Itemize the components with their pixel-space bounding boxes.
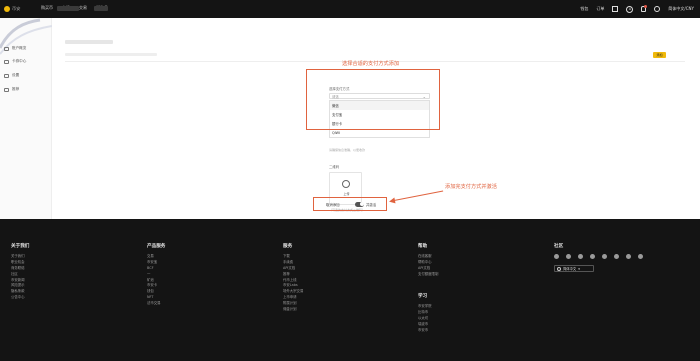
top-nav: 币安 购买币 市场 交易 衍生品 钱包 订单 A 简体中文/CNY [0,0,700,18]
footer-col-community: 社区 [554,243,563,254]
footer-link[interactable]: 佣金计划 [283,307,303,313]
sidebar-decoration [0,18,52,55]
social-icons [554,254,643,259]
language-currency[interactable]: 简体中文/CNY [668,6,694,12]
sidebar-item-settings[interactable]: 设置 [4,73,19,78]
language-label: 简体中文 [563,267,577,271]
footer-link[interactable]: 币安币 [418,328,432,334]
footer-col-title: 帮助 [418,244,428,249]
social-icon[interactable] [554,254,559,259]
sidebar-item-label: 账户概览 [12,46,27,50]
blurred-nav-text [94,6,108,11]
notification-dot [644,5,648,8]
download-icon[interactable] [612,6,619,12]
language-select[interactable]: 简体中文 ▾ [554,265,594,272]
footer-col-services: 服务 下载 手续费 API文档 推荐 代币上线 币安Labs 场外大宗交易 上币… [283,243,303,313]
footer-col-learn: 学习 币安学院 比特币 以太坊 瑞波币 币安币 [418,293,432,333]
footer [0,219,700,361]
upload-icon [342,180,350,188]
footer-col-help: 帮助 在线客服 帮助中心 API文档 支付额度限制 [418,243,438,278]
social-icon[interactable] [614,254,619,259]
qr-label: 二维码 [329,165,340,169]
sidebar-item-label: 推荐 [12,87,20,91]
nav-link[interactable]: 交易 [79,5,87,11]
settings-icon [4,73,9,78]
logo-icon [4,6,10,12]
arrow-head [388,197,396,205]
chevron-down-icon: ▾ [578,266,580,271]
footer-link[interactable]: 公告中心 [11,295,29,301]
footer-col-title: 关于我们 [11,244,30,249]
user-plus-icon [4,87,9,92]
social-icon[interactable] [578,254,583,259]
page-subtitle [65,53,157,56]
footer-link[interactable]: 法币交易 [147,301,165,307]
annotation-bottom: 添加完支付方式并激活 [445,184,497,190]
globe-icon[interactable] [654,6,661,12]
upload-text: 上传 [343,192,350,196]
breadcrumb [65,40,113,44]
dropdown-highlight-box [306,69,440,130]
social-icon[interactable] [590,254,595,259]
nav-right: 钱包 订单 A 简体中文/CNY [580,4,694,14]
nav-link[interactable]: 购买币 [41,5,53,11]
actions-highlight-box [313,197,387,211]
footer-col-products: 产品服务 交易 币安宝 BCF 一 矿池 币安卡 钱包 NFT 法币交易 [147,243,165,307]
sidebar-item-referral[interactable]: 推荐 [4,87,19,92]
add-button[interactable]: 添加 [653,52,666,58]
footer-col-title: 社区 [554,244,564,249]
logo[interactable]: 币安 [4,5,26,13]
social-icon[interactable] [626,254,631,259]
footer-col-title: 服务 [283,244,293,249]
ticket-icon [4,59,9,64]
sidebar-item-label: 卡券中心 [12,59,27,63]
sidebar-item-overview[interactable]: 账户概览 [4,46,26,51]
social-icon[interactable] [566,254,571,259]
sidebar-item-coupons[interactable]: 卡券中心 [4,59,26,64]
form-hint: 请确保信息准确，以便收款 [329,148,366,152]
globe-icon [557,266,561,271]
annotation-top: 选择合适的支付方式添加 [342,61,400,67]
footer-col-about: 关于我们 关于我们 职业机会 商务联络 社区 币安新闻 风险提示 隐私条款 公告… [11,243,29,301]
orders-menu[interactable]: 订单 [596,6,604,12]
footer-col-title: 产品服务 [147,244,166,249]
footer-col-title: 学习 [418,294,428,299]
wallet-menu[interactable]: 钱包 [580,6,588,12]
dashboard-icon [4,46,9,51]
footer-link[interactable]: 支付额度限制 [418,272,438,278]
blurred-nav-text [57,6,79,11]
sidebar-item-label: 设置 [12,73,20,77]
user-icon[interactable]: A [626,5,634,13]
logo-text: 币安 [12,6,21,11]
social-icon[interactable] [602,254,607,259]
bell-icon[interactable] [641,5,648,12]
social-icon[interactable] [638,254,643,259]
